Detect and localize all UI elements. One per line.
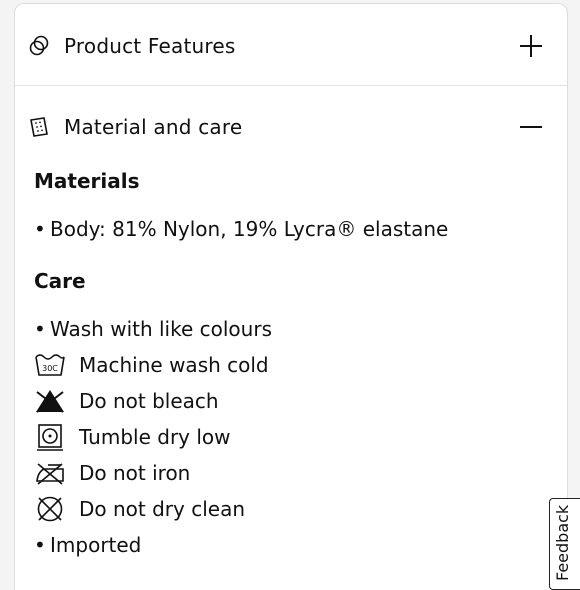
do-not-bleach-icon: [34, 387, 66, 415]
material-care-title: Material and care: [64, 115, 243, 139]
care-intro-text: Wash with like colours: [50, 317, 272, 341]
care-label: Do not bleach: [79, 389, 219, 413]
care-item: Do not dry clean: [34, 491, 534, 527]
tumble-dry-low-icon: [34, 423, 66, 451]
care-item: Do not iron: [34, 455, 534, 491]
care-item: Tumble dry low: [34, 419, 534, 455]
care-label: Tumble dry low: [79, 425, 231, 449]
plus-icon[interactable]: [519, 34, 543, 58]
product-details-panel: Product Features Material and care Mater…: [14, 3, 568, 590]
care-item: 30C Machine wash cold: [34, 347, 534, 383]
origin-item: • Imported: [34, 533, 142, 557]
materials-heading: Materials: [34, 169, 140, 193]
care-label: Machine wash cold: [79, 353, 269, 377]
feedback-label: Feedback: [553, 504, 572, 581]
care-item: Do not bleach: [34, 383, 534, 419]
origin-text: Imported: [50, 533, 142, 557]
materials-text: Body: 81% Nylon, 19% Lycra® elastane: [50, 217, 449, 241]
feedback-button[interactable]: Feedback: [549, 498, 580, 590]
material-care-accordion-header[interactable]: Material and care: [15, 87, 567, 167]
material-care-content: Materials • Body: 81% Nylon, 19% Lycra® …: [34, 169, 534, 563]
minus-icon[interactable]: [519, 115, 543, 139]
care-label: Do not iron: [79, 461, 191, 485]
product-features-icon: [28, 35, 50, 57]
svg-text:30C: 30C: [42, 364, 58, 373]
accordion-divider: [15, 85, 567, 86]
care-intro-item: • Wash with like colours: [34, 317, 272, 341]
care-heading: Care: [34, 269, 86, 293]
do-not-iron-icon: [34, 459, 66, 487]
product-features-title: Product Features: [64, 34, 236, 58]
product-features-accordion-header[interactable]: Product Features: [15, 6, 567, 86]
machine-wash-30c-icon: 30C: [34, 351, 66, 379]
materials-list-item: • Body: 81% Nylon, 19% Lycra® elastane: [34, 217, 449, 241]
fabric-swatch-icon: [28, 116, 50, 138]
do-not-dry-clean-icon: [34, 495, 66, 523]
care-label: Do not dry clean: [79, 497, 246, 521]
